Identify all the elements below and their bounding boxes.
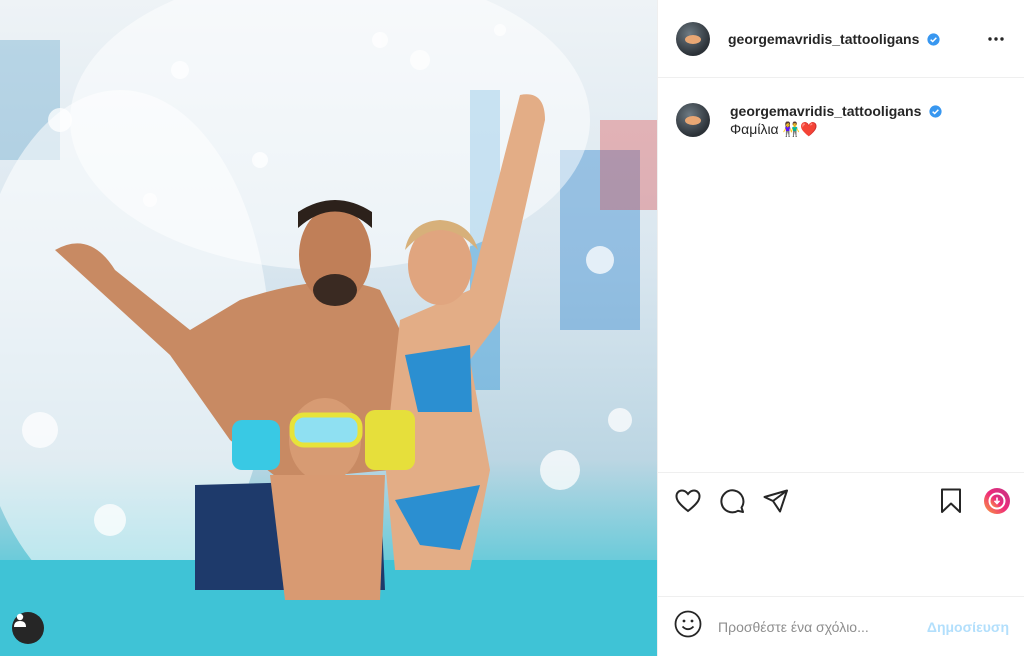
more-horizontal-icon[interactable] xyxy=(984,27,1008,51)
smiley-icon[interactable] xyxy=(674,610,702,643)
heart-icon[interactable] xyxy=(674,487,702,515)
bookmark-icon[interactable] xyxy=(937,487,965,515)
author-username[interactable]: georgemavridis_tattooligans xyxy=(728,31,940,47)
person-glyph xyxy=(14,613,26,627)
caption-body: georgemavridis_tattooligans Φαμίλια 👫❤️ xyxy=(730,102,942,138)
post-comment-button[interactable]: Δημοσίευση xyxy=(927,619,1009,635)
post-photo[interactable] xyxy=(0,0,657,656)
author-avatar[interactable] xyxy=(676,21,710,56)
post-sidebar: georgemavridis_tattooligans georgemavrid… xyxy=(657,0,1024,656)
user-tag-icon[interactable] xyxy=(12,612,44,644)
comment-icon[interactable] xyxy=(718,487,746,515)
caption-avatar[interactable] xyxy=(676,103,710,137)
verified-badge-icon xyxy=(927,32,940,46)
paper-plane-icon[interactable] xyxy=(762,487,790,515)
caption-text: Φαμίλια 👫❤️ xyxy=(730,121,818,137)
add-comment-bar: Δημοσίευση xyxy=(658,596,1024,656)
comment-input[interactable] xyxy=(718,618,927,635)
author-username-text[interactable]: georgemavridis_tattooligans xyxy=(728,31,919,47)
igtv-badge-icon[interactable] xyxy=(983,487,1011,515)
post-caption: georgemavridis_tattooligans Φαμίλια 👫❤️ xyxy=(658,78,1024,138)
verified-badge-icon xyxy=(929,105,942,118)
photo-illustration xyxy=(0,0,657,656)
instagram-post: georgemavridis_tattooligans georgemavrid… xyxy=(0,0,1024,656)
post-actions-bar xyxy=(658,472,1024,528)
caption-username[interactable]: georgemavridis_tattooligans xyxy=(730,103,921,119)
post-header: georgemavridis_tattooligans xyxy=(658,0,1024,78)
